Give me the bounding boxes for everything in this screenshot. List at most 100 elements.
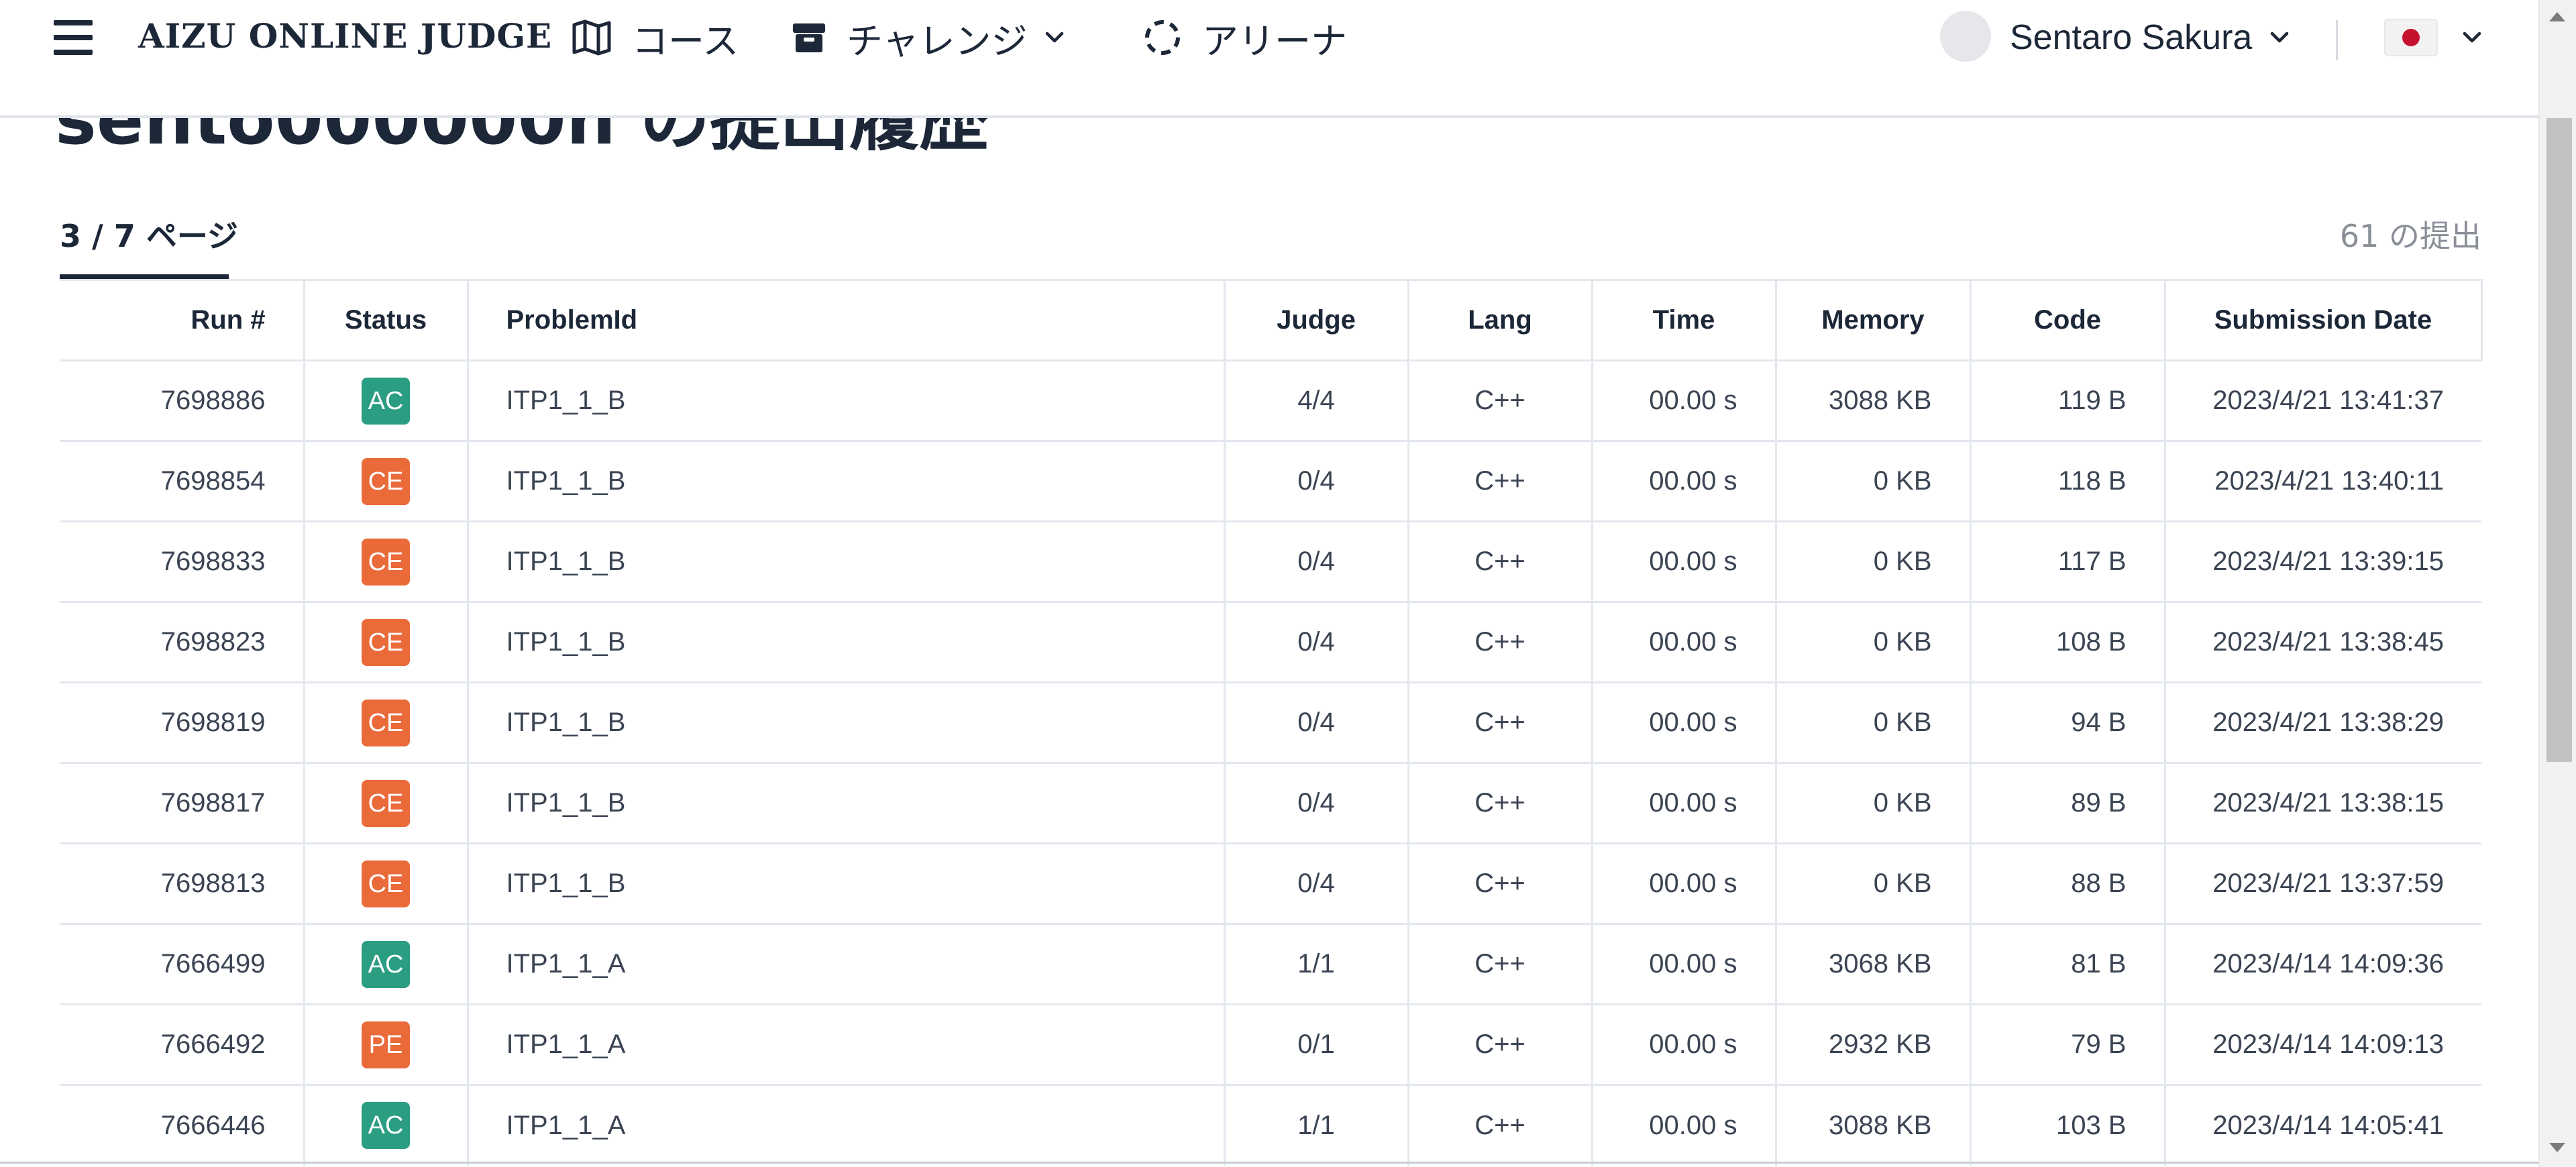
table-row[interactable]: 7666446 AC ITP1_1_A 1/1 C++ 00.00 s 3088 KB 103… — [60, 1084, 2481, 1166]
status-badge[interactable]: CE — [362, 699, 410, 746]
column-header-code[interactable]: Code — [1969, 279, 2165, 361]
column-header-time[interactable]: Time — [1591, 279, 1776, 361]
table-row[interactable]: 7698817 CE ITP1_1_B 0/4 C++ 00.00 s0 KB 89 B 20… — [60, 762, 2481, 844]
status-badge[interactable]: AC — [362, 940, 410, 988]
cell-problem-link[interactable]: ITP1_1_B — [466, 681, 1224, 763]
cell-run-id[interactable]: 7698886 — [60, 359, 304, 441]
column-header-judge[interactable]: Judge — [1223, 279, 1408, 361]
table-row[interactable]: 7666492 PE ITP1_1_A 0/1 C++ 00.00 s 2932 KB 79 … — [60, 1003, 2481, 1085]
column-header-status[interactable]: Status — [303, 279, 468, 361]
book-map-icon — [572, 19, 611, 56]
cell-submission-date: 2023/4/14 14:09:36 — [2163, 923, 2481, 1005]
site-logo[interactable]: AIZU ONLINE JUDGE — [138, 16, 552, 56]
cell-run-id[interactable]: 7666492 — [60, 1003, 304, 1085]
submissions-table: Run # Status ProblemId Judge Lang Time M… — [60, 279, 2483, 1166]
scroll-thumb[interactable] — [2546, 118, 2572, 762]
cell-run-id[interactable]: 7666446 — [60, 1084, 304, 1166]
cell-code-size: 108 B — [1969, 601, 2165, 683]
table-row[interactable]: 7698854 CE ITP1_1_B 0/4 C++ 00.00 s0 KB 118 B2… — [60, 440, 2481, 522]
table-row[interactable]: 7698823 CE ITP1_1_B 0/4 C++ 00.00 s0 KB 108 B2… — [60, 601, 2481, 683]
cell-status: CE — [303, 762, 468, 844]
status-badge[interactable]: AC — [362, 377, 410, 425]
table-row[interactable]: 7698813 CE ITP1_1_B 0/4 C++ 00.00 s0 KB 88 B 20… — [60, 842, 2481, 924]
cell-problem-link[interactable]: ITP1_1_B — [466, 520, 1224, 602]
cell-language: C++ — [1407, 440, 1592, 522]
cell-problem-link[interactable]: ITP1_1_A — [466, 1084, 1224, 1166]
cell-status: AC — [303, 359, 468, 441]
page-indicator-tab[interactable]: 3 / 7 ページ — [60, 201, 238, 279]
cell-judge-result: 0/4 — [1223, 681, 1408, 763]
avatar[interactable] — [1940, 11, 1991, 62]
column-header-memory[interactable]: Memory — [1774, 279, 1970, 361]
archive-box-icon — [793, 23, 825, 52]
scroll-down-arrow-icon[interactable] — [2549, 1143, 2565, 1152]
table-row[interactable]: 7698886 AC ITP1_1_B 4/4 C++ 00.00 s 3088 KB 119… — [60, 359, 2481, 441]
status-badge[interactable]: CE — [362, 860, 410, 907]
pagination-bar: 3 / 7 ページ 61 の提出 — [60, 201, 2481, 279]
cell-run-id[interactable]: 7698823 — [60, 601, 304, 683]
cell-status: CE — [303, 842, 468, 924]
status-badge[interactable]: CE — [362, 618, 410, 666]
vertical-scrollbar[interactable] — [2538, 0, 2576, 1167]
language-switcher[interactable] — [2384, 19, 2482, 56]
status-badge[interactable]: PE — [362, 1021, 410, 1068]
cell-time: 00.00 s — [1591, 1003, 1776, 1085]
cell-submission-date: 2023/4/21 13:38:45 — [2163, 601, 2481, 683]
cell-status: CE — [303, 520, 468, 602]
hamburger-menu-icon[interactable] — [54, 20, 94, 55]
cell-time: 00.00 s — [1591, 359, 1776, 441]
table-row[interactable]: 7698833 CE ITP1_1_B 0/4 C++ 00.00 s0 KB 117 B2… — [60, 520, 2481, 602]
cell-time: 00.00 s — [1591, 440, 1776, 522]
cell-submission-date: 2023/4/21 13:37:59 — [2163, 842, 2481, 924]
status-badge[interactable]: CE — [362, 779, 410, 827]
nav-arena[interactable]: アリーナ — [1143, 11, 1347, 64]
cell-run-id[interactable]: 7666499 — [60, 923, 304, 1005]
status-badge[interactable]: CE — [362, 457, 410, 505]
cell-submission-date: 2023/4/21 13:40:11 — [2163, 440, 2481, 522]
user-name: Sentaro Sakura — [2010, 18, 2253, 57]
cell-submission-date: 2023/4/14 14:05:41 — [2163, 1084, 2481, 1166]
cell-submission-date: 2023/4/21 13:39:15 — [2163, 520, 2481, 602]
top-navbar: AIZU ONLINE JUDGE コース チャレンジ アリーナ Sentaro… — [0, 0, 2538, 118]
cell-problem-link[interactable]: ITP1_1_B — [466, 842, 1224, 924]
cell-judge-result: 1/1 — [1223, 923, 1408, 1005]
cell-language: C++ — [1407, 359, 1592, 441]
cell-run-id[interactable]: 7698833 — [60, 520, 304, 602]
cell-run-id[interactable]: 7698819 — [60, 681, 304, 763]
table-row[interactable]: 7666499 AC ITP1_1_A 1/1 C++ 00.00 s 3068 KB 81 … — [60, 923, 2481, 1005]
nav-course-label: コース — [632, 19, 739, 62]
cell-judge-result: 0/4 — [1223, 440, 1408, 522]
nav-course[interactable]: コース — [572, 11, 739, 64]
cell-time: 00.00 s — [1591, 762, 1776, 844]
status-badge[interactable]: CE — [362, 538, 410, 586]
nav-challenge[interactable]: チャレンジ — [792, 11, 1085, 64]
cell-problem-link[interactable]: ITP1_1_B — [466, 601, 1224, 683]
cell-problem-link[interactable]: ITP1_1_B — [466, 762, 1224, 844]
cell-submission-date: 2023/4/21 13:38:15 — [2163, 762, 2481, 844]
cell-status: CE — [303, 440, 468, 522]
cell-language: C++ — [1407, 1084, 1592, 1166]
cell-memory: 0 KB — [1774, 601, 1970, 683]
cell-language: C++ — [1407, 923, 1592, 1005]
cell-run-id[interactable]: 7698817 — [60, 762, 304, 844]
user-menu[interactable]: Sentaro Sakura — [2010, 11, 2290, 64]
cell-problem-link[interactable]: ITP1_1_A — [466, 923, 1224, 1005]
cell-run-id[interactable]: 7698854 — [60, 440, 304, 522]
cell-status: AC — [303, 1084, 468, 1166]
column-header-problem[interactable]: ProblemId — [466, 279, 1224, 361]
nav-arena-label: アリーナ — [1202, 19, 1347, 62]
cell-memory: 0 KB — [1774, 762, 1970, 844]
cell-run-id[interactable]: 7698813 — [60, 842, 304, 924]
cell-problem-link[interactable]: ITP1_1_B — [466, 440, 1224, 522]
column-header-run[interactable]: Run # — [60, 279, 304, 361]
cell-judge-result: 0/4 — [1223, 520, 1408, 602]
column-header-date[interactable]: Submission Date — [2163, 279, 2483, 361]
column-header-lang[interactable]: Lang — [1407, 279, 1592, 361]
cell-problem-link[interactable]: ITP1_1_B — [466, 359, 1224, 441]
cell-code-size: 118 B — [1969, 440, 2165, 522]
cell-problem-link[interactable]: ITP1_1_A — [466, 1003, 1224, 1085]
scroll-up-arrow-icon[interactable] — [2549, 12, 2565, 21]
table-row[interactable]: 7698819 CE ITP1_1_B 0/4 C++ 00.00 s0 KB 94 B 20… — [60, 681, 2481, 763]
cell-language: C++ — [1407, 601, 1592, 683]
status-badge[interactable]: AC — [362, 1102, 410, 1150]
